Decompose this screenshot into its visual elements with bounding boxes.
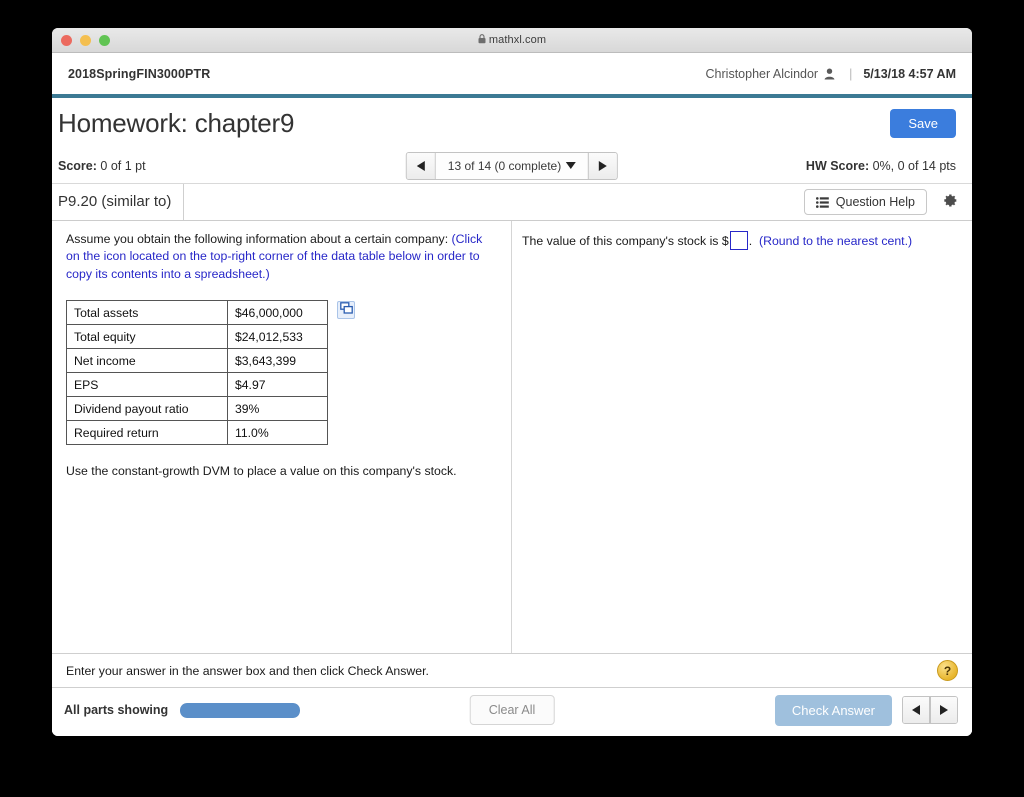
- answer-input[interactable]: [729, 231, 748, 250]
- table-row: Total assets $46,000,000: [66, 300, 328, 326]
- hw-score-value: 0%, 0 of 14 pts: [872, 158, 956, 173]
- question-header-actions: Question Help: [803, 189, 962, 215]
- table-row: Net income $3,643,399: [66, 348, 328, 374]
- table-cell-label: Required return: [66, 420, 228, 446]
- course-id-label: 2018SpringFIN3000PTR: [68, 66, 211, 81]
- hw-score-label: HW Score:: [805, 158, 870, 173]
- screen: mathxl.com 2018SpringFIN3000PTR Christop…: [0, 0, 1024, 797]
- check-answer-button[interactable]: Check Answer: [774, 694, 892, 726]
- answer-period: .: [748, 233, 753, 248]
- hw-score-display: HW Score: 0%, 0 of 14 pts: [806, 159, 956, 173]
- chevron-left-icon: [912, 705, 920, 715]
- parts-progress-fill: [180, 702, 301, 718]
- table-cell-label: Total assets: [66, 300, 228, 326]
- answer-hint: (Round to the nearest cent.): [758, 233, 913, 248]
- url-text: mathxl.com: [488, 33, 547, 46]
- question-selector-label: 13 of 14 (0 complete): [447, 158, 562, 173]
- table-cell-value: 39%: [227, 396, 328, 422]
- company-data-table: Total assets $46,000,000 Total equity $2…: [66, 300, 328, 446]
- list-icon: [815, 196, 829, 208]
- table-row: Required return 11.0%: [66, 420, 328, 446]
- score-value: 0 of 1 pt: [100, 158, 146, 173]
- table-row: Total equity $24,012,533: [66, 324, 328, 350]
- person-icon: [824, 68, 835, 80]
- data-table-wrapper: Total assets $46,000,000 Total equity $2…: [66, 300, 366, 446]
- table-cell-label: Total equity: [66, 324, 228, 350]
- chevron-right-icon: [599, 160, 608, 171]
- gear-icon: [941, 192, 958, 212]
- clear-all-button[interactable]: Clear All: [469, 695, 555, 725]
- table-cell-value: $4.97: [227, 372, 328, 398]
- table-row: EPS $4.97: [66, 372, 328, 398]
- table-cell-label: Net income: [66, 348, 228, 374]
- table-cell-value: 11.0%: [227, 420, 328, 446]
- table-cell-value: $3,643,399: [227, 348, 328, 374]
- question-work-area: Assume you obtain the following informat…: [52, 221, 972, 654]
- question-header: P9.20 (similar to) Question Help: [52, 184, 972, 221]
- next-question-button[interactable]: [588, 152, 618, 179]
- score-bar: Score: 0 of 1 pt 13 of 14 (0 complete) H…: [52, 148, 972, 184]
- user-name-label: Christopher Alcindor: [705, 66, 819, 81]
- question-selector-dropdown[interactable]: 13 of 14 (0 complete): [435, 152, 589, 179]
- page-content: 2018SpringFIN3000PTR Christopher Alcindo…: [52, 53, 972, 736]
- score-label: Score:: [58, 158, 97, 173]
- question-left-panel: Assume you obtain the following informat…: [52, 221, 512, 653]
- parts-progress-bar: [180, 702, 301, 718]
- answer-prefix-label: The value of this company's stock is $: [522, 233, 729, 248]
- question-help-button[interactable]: Question Help: [803, 189, 927, 215]
- footer-message-row: Enter your answer in the answer box and …: [52, 654, 972, 688]
- site-top-nav: 2018SpringFIN3000PTR Christopher Alcindo…: [52, 53, 972, 98]
- settings-button[interactable]: [937, 190, 962, 214]
- lock-icon: [478, 33, 486, 47]
- answer-line: The value of this company's stock is $. …: [522, 231, 960, 250]
- question-help-label: Question Help: [835, 195, 915, 209]
- help-badge-icon[interactable]: ?: [937, 660, 958, 681]
- footer-previous-button[interactable]: [903, 697, 930, 723]
- answer-panel: The value of this company's stock is $. …: [512, 221, 972, 653]
- copy-to-spreadsheet-button[interactable]: [337, 301, 355, 320]
- footer-actions: Check Answer: [774, 694, 958, 726]
- footer-message: Enter your answer in the answer box and …: [66, 663, 429, 678]
- chevron-left-icon: [416, 160, 425, 171]
- question-prompt: Assume you obtain the following informat…: [66, 231, 499, 283]
- table-row: Dividend payout ratio 39%: [66, 396, 328, 422]
- table-cell-label: Dividend payout ratio: [66, 396, 228, 422]
- score-display: Score: 0 of 1 pt: [58, 159, 146, 173]
- browser-titlebar: mathxl.com: [52, 28, 972, 53]
- table-cell-value: $24,012,533: [227, 324, 328, 350]
- homework-title-row: Homework: chapter9 Save: [52, 98, 972, 148]
- question-instruction: Use the constant-growth DVM to place a v…: [66, 464, 457, 479]
- table-cell-value: $46,000,000: [227, 300, 328, 326]
- company-data-table-body: Total assets $46,000,000 Total equity $2…: [66, 300, 328, 446]
- footer-question-nav: [902, 696, 958, 724]
- question-pager: 13 of 14 (0 complete): [405, 151, 619, 180]
- chevron-right-icon: [940, 705, 948, 715]
- datetime-label: 5/13/18 4:57 AM: [863, 66, 956, 81]
- previous-question-button[interactable]: [406, 152, 436, 179]
- table-cell-label: EPS: [66, 372, 228, 398]
- nav-separator: |: [849, 66, 853, 81]
- chevron-down-icon: [566, 162, 577, 169]
- tab-question-p920[interactable]: P9.20 (similar to): [52, 184, 185, 220]
- footer-next-button[interactable]: [930, 697, 957, 723]
- page-title: Homework: chapter9: [58, 107, 295, 138]
- prompt-text-black: Assume you obtain the following informat…: [66, 232, 449, 246]
- nav-right-group: Christopher Alcindor | 5/13/18 4:57 AM: [706, 67, 956, 81]
- save-button[interactable]: Save: [890, 108, 956, 138]
- browser-window: mathxl.com 2018SpringFIN3000PTR Christop…: [52, 28, 972, 736]
- copy-to-spreadsheet-icon: [339, 302, 353, 318]
- footer-bar: All parts showing Clear All Check Answer: [52, 688, 972, 732]
- address-bar[interactable]: mathxl.com: [52, 34, 972, 47]
- parts-showing-label: All parts showing: [64, 703, 169, 717]
